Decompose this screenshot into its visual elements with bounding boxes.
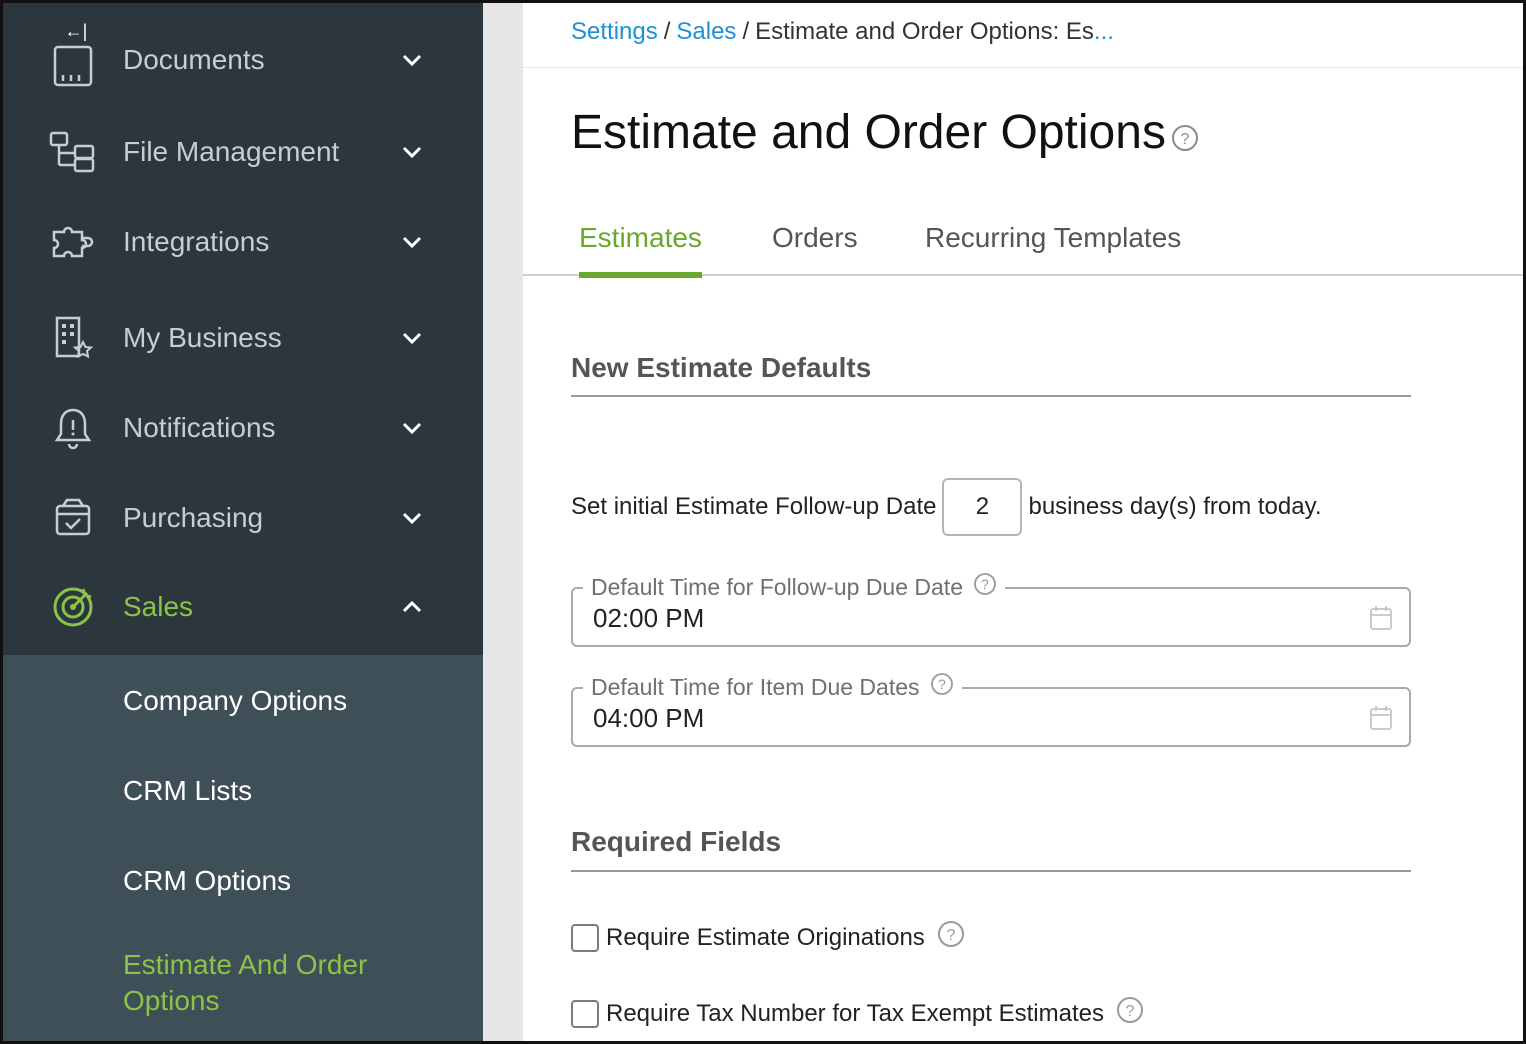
breadcrumb-separator: / bbox=[663, 18, 671, 45]
calendar-icon[interactable] bbox=[1369, 605, 1393, 636]
sidebar-item-notifications[interactable]: Notifications bbox=[0, 398, 483, 458]
require-estimate-originations-checkbox[interactable] bbox=[571, 923, 599, 952]
tab-recurring-templates[interactable]: Recurring Templates bbox=[925, 222, 1181, 276]
chevron-down-icon bbox=[398, 414, 426, 442]
help-icon[interactable]: ? bbox=[973, 572, 997, 602]
help-icon[interactable]: ? bbox=[1116, 996, 1144, 1031]
purchasing-box-icon bbox=[48, 493, 98, 543]
item-due-time-field[interactable]: Default Time for Item Due Dates ? 04:00 … bbox=[571, 672, 1411, 747]
breadcrumb-ellipsis[interactable]: ... bbox=[1094, 18, 1114, 45]
svg-text:?: ? bbox=[1126, 1003, 1135, 1020]
tab-estimates[interactable]: Estimates bbox=[579, 222, 702, 278]
help-icon[interactable]: ? bbox=[930, 672, 954, 702]
submenu-item-company-options[interactable]: Company Options bbox=[123, 683, 443, 719]
breadcrumb-sales-link[interactable]: Sales bbox=[676, 18, 736, 45]
svg-text:?: ? bbox=[981, 576, 989, 592]
require-tax-number-label[interactable]: Require Tax Number for Tax Exempt Estima… bbox=[606, 1000, 1104, 1028]
section-divider bbox=[571, 395, 1411, 397]
sidebar-item-label: File Management bbox=[123, 136, 340, 167]
sidebar-item-my-business[interactable]: My Business bbox=[0, 308, 483, 368]
calendar-icon[interactable] bbox=[1369, 705, 1393, 736]
followup-suffix-label: business day(s) from today. bbox=[1028, 493, 1322, 520]
documents-icon bbox=[48, 42, 98, 92]
submenu-item-crm-options[interactable]: CRM Options bbox=[123, 863, 443, 899]
breadcrumb: Settings / Sales / Estimate and Order Option… bbox=[571, 18, 1114, 46]
help-icon[interactable]: ? bbox=[937, 920, 965, 955]
sales-target-icon bbox=[48, 582, 98, 632]
sidebar-item-label: Integrations bbox=[123, 226, 270, 257]
breadcrumb-bar: Settings / Sales / Estimate and Order Option… bbox=[523, 0, 1526, 68]
section-heading-new-estimate-defaults: New Estimate Defaults bbox=[571, 352, 872, 383]
breadcrumb-separator: / bbox=[742, 18, 750, 45]
tab-bar: Estimates Orders Recurring Templates bbox=[523, 218, 1526, 278]
chevron-down-icon bbox=[398, 324, 426, 352]
page-title: Estimate and Order Options bbox=[571, 106, 1166, 159]
submenu-item-estimate-and-order-options[interactable]: Estimate And Order Options bbox=[123, 947, 443, 1019]
tab-orders[interactable]: Orders bbox=[772, 222, 858, 276]
sidebar-item-sales[interactable]: Sales bbox=[0, 577, 483, 637]
followup-prefix-label: Set initial Estimate Follow-up Date bbox=[571, 493, 937, 520]
sidebar-item-label: Notifications bbox=[123, 412, 276, 443]
breadcrumb-current: Estimate and Order Options: Es bbox=[755, 18, 1094, 45]
submenu-item-crm-lists[interactable]: CRM Lists bbox=[123, 773, 443, 809]
followup-date-row: Set initial Estimate Follow-up Date busi… bbox=[571, 478, 1322, 536]
require-tax-number-row: Require Tax Number for Tax Exempt Estima… bbox=[571, 996, 1144, 1031]
chevron-down-icon bbox=[398, 138, 426, 166]
sidebar-item-integrations[interactable]: Integrations bbox=[0, 212, 483, 272]
bell-icon bbox=[48, 403, 98, 453]
puzzle-icon bbox=[48, 217, 98, 267]
sidebar-item-documents[interactable]: Documents bbox=[0, 34, 483, 87]
svg-text:?: ? bbox=[946, 927, 955, 944]
followup-time-value: 02:00 PM bbox=[593, 603, 705, 633]
followup-time-label: Default Time for Follow-up Due Date ? bbox=[583, 572, 1005, 602]
help-icon[interactable]: ? bbox=[1171, 124, 1199, 157]
require-estimate-originations-label[interactable]: Require Estimate Originations bbox=[606, 924, 925, 952]
chevron-down-icon bbox=[398, 504, 426, 532]
sidebar-item-label: My Business bbox=[123, 322, 282, 353]
sidebar: ←| Documents File Management Integration… bbox=[0, 0, 483, 1044]
followup-time-label-text: Default Time for Follow-up Due Date bbox=[591, 573, 963, 600]
chevron-down-icon bbox=[398, 46, 426, 74]
item-due-time-label-text: Default Time for Item Due Dates bbox=[591, 673, 920, 700]
followup-time-field[interactable]: Default Time for Follow-up Due Date ? 02… bbox=[571, 572, 1411, 647]
section-heading-required-fields: Required Fields bbox=[571, 826, 782, 857]
item-due-time-value: 04:00 PM bbox=[593, 703, 705, 733]
sidebar-item-purchasing[interactable]: Purchasing bbox=[0, 488, 483, 548]
svg-text:?: ? bbox=[938, 676, 946, 692]
sidebar-item-label: Sales bbox=[123, 591, 194, 622]
item-due-time-label: Default Time for Item Due Dates ? bbox=[583, 672, 962, 702]
building-star-icon bbox=[48, 313, 98, 363]
main-content: Settings / Sales / Estimate and Order Option… bbox=[523, 0, 1526, 1044]
sidebar-item-file-management[interactable]: File Management bbox=[0, 122, 483, 182]
sales-submenu: Company Options CRM Lists CRM Options Es… bbox=[0, 655, 483, 1044]
chevron-down-icon bbox=[398, 228, 426, 256]
content-gutter bbox=[483, 0, 523, 1044]
require-estimate-originations-row: Require Estimate Originations ? bbox=[571, 920, 965, 955]
section-divider bbox=[571, 870, 1411, 872]
svg-text:?: ? bbox=[1181, 131, 1190, 148]
sidebar-item-label: Documents bbox=[123, 44, 265, 75]
require-tax-number-checkbox[interactable] bbox=[571, 999, 599, 1028]
sidebar-item-label: Purchasing bbox=[123, 502, 264, 533]
breadcrumb-settings-link[interactable]: Settings bbox=[571, 18, 658, 45]
followup-days-input[interactable] bbox=[942, 478, 1023, 536]
chevron-up-icon bbox=[398, 593, 426, 621]
file-management-icon bbox=[48, 127, 98, 177]
